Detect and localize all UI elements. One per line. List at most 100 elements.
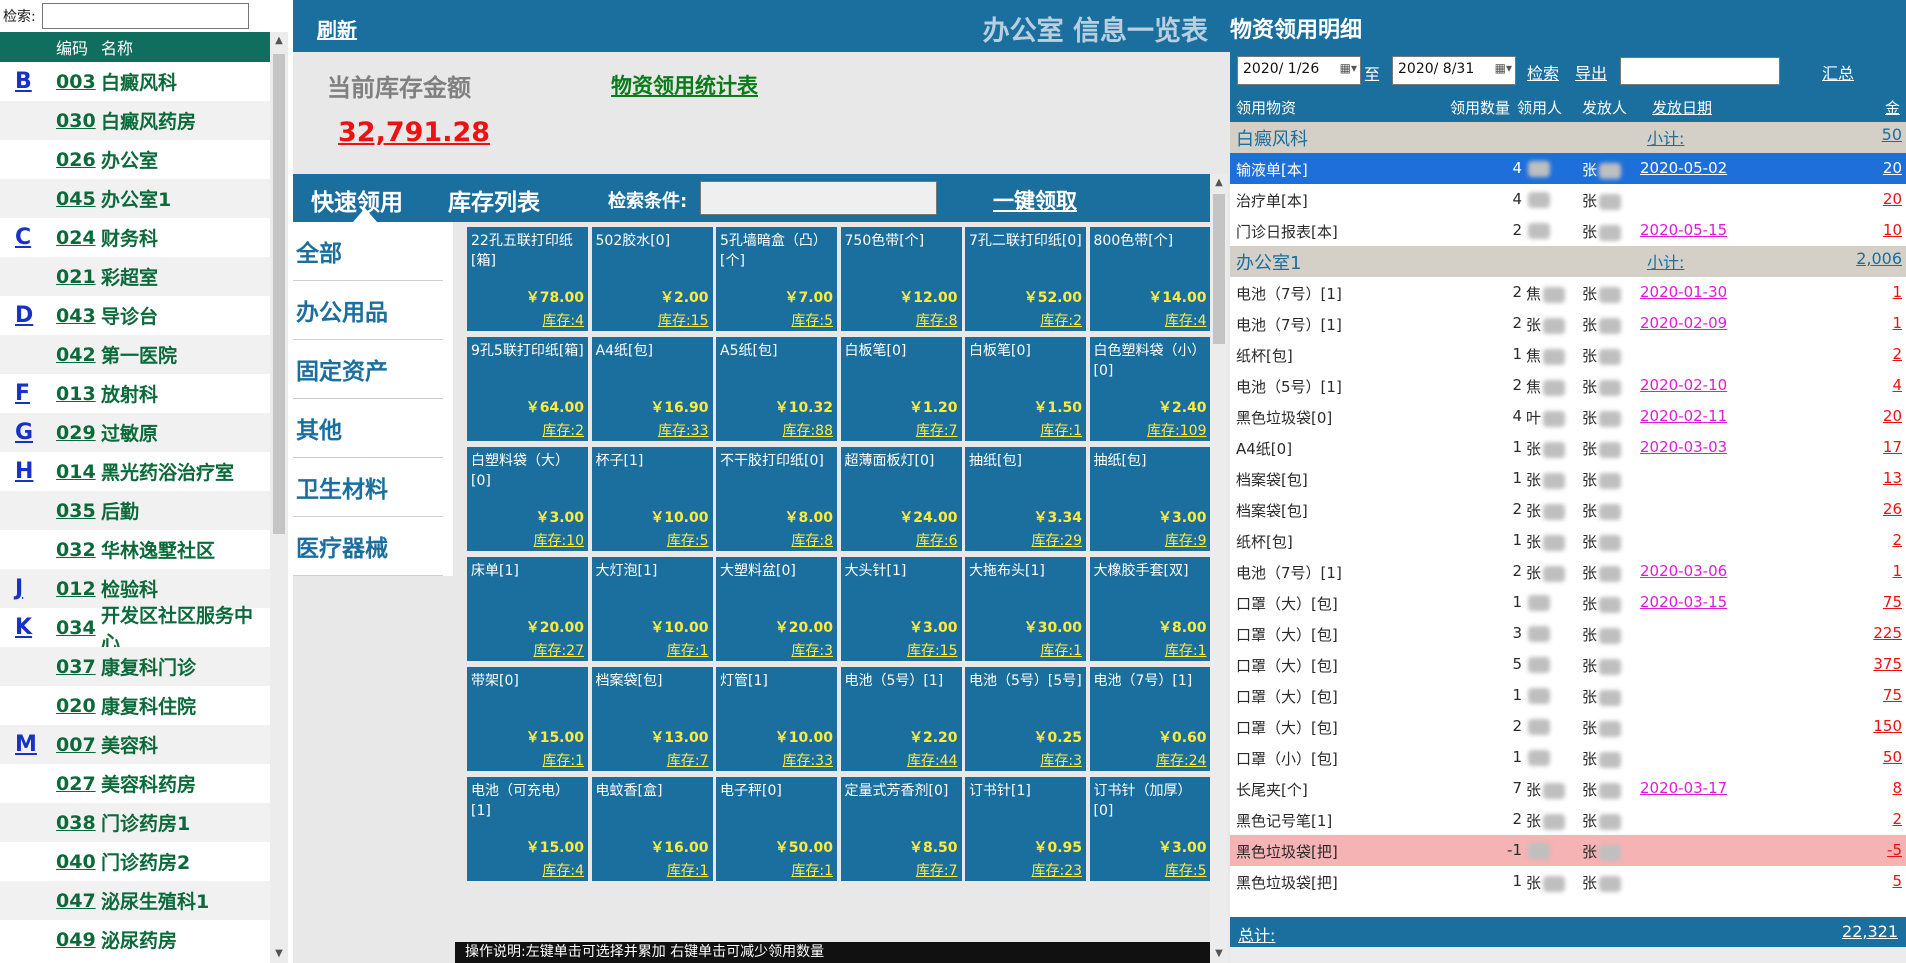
department-code[interactable]: 014 [56,461,96,483]
item-tile[interactable]: 750色带[个] ￥12.00 库存:8 [840,227,962,331]
department-list-item[interactable]: M 007 美容科 [0,725,270,764]
amount-link[interactable]: 26 [1883,500,1902,518]
index-letter[interactable]: D [15,303,33,328]
amount-link[interactable]: 2 [1892,345,1902,363]
amount-link[interactable]: 2 [1892,531,1902,549]
subtotal-value[interactable]: 50 [1882,125,1902,144]
table-row[interactable]: 电池（7号）[1] 2 焦 张 2020-01-30 1 [1230,277,1906,308]
table-row[interactable]: 口罩（大）[包] 1 张 75 [1230,680,1906,711]
scrollbar-thumb[interactable] [1213,194,1225,344]
table-row[interactable]: 黑色垃圾袋[把] -1 张 -5 [1230,835,1906,866]
amount-link[interactable]: 150 [1873,717,1902,735]
item-stock-link[interactable]: 库存:1 [791,860,833,880]
subtotal-value[interactable]: 2,006 [1856,249,1902,268]
table-row[interactable]: 输液单[本] 4 张 2020-05-02 20 [1230,153,1906,184]
item-stock-link[interactable]: 库存:33 [782,750,833,770]
department-code[interactable]: 020 [56,695,96,717]
department-list-item[interactable]: H 014 黑光药浴治疗室 [0,452,270,491]
table-row[interactable]: 黑色垃圾袋[0] 4 叶 张 2020-02-11 20 [1230,401,1906,432]
export-link[interactable]: 导出 [1575,60,1607,84]
item-stock-link[interactable]: 库存:27 [533,640,584,660]
amount-link[interactable]: 1 [1892,562,1902,580]
department-list-item[interactable]: 035 后勤 [0,491,270,530]
item-tile[interactable]: 灯管[1] ￥10.00 库存:33 [716,667,837,771]
amount-link[interactable]: 1 [1892,283,1902,301]
amount-link[interactable]: 1 [1892,314,1902,332]
department-list-item[interactable]: G 029 过敏原 [0,413,270,452]
department-list-item[interactable]: B 003 白癜风科 [0,62,270,101]
item-stock-link[interactable]: 库存:8 [916,310,958,330]
table-row[interactable]: 纸杯[包] 1 张张 2 [1230,525,1906,556]
issue-date-link[interactable]: 2020-05-15 [1640,221,1727,239]
item-stock-link[interactable]: 库存:7 [916,860,958,880]
department-code[interactable]: 013 [56,383,96,405]
item-stock-link[interactable]: 库存:7 [916,420,958,440]
date-from-picker[interactable]: 2020/ 1/26 ▦▾ [1237,56,1361,85]
item-tile[interactable]: 床单[1] ￥20.00 库存:27 [467,557,588,661]
index-letter[interactable]: C [15,225,31,250]
amount-link[interactable]: 4 [1892,376,1902,394]
date-to-picker[interactable]: 2020/ 8/31 ▦▾ [1392,56,1516,85]
department-list-item[interactable]: 042 第一医院 [0,335,270,374]
amount-link[interactable]: -5 [1887,841,1902,859]
item-tile[interactable]: 电池（5号）[5号] ￥0.25 库存:3 [965,667,1086,771]
item-tile[interactable]: 抽纸[包] ￥3.34 库存:29 [965,447,1086,551]
calendar-dropdown-icon[interactable]: ▦▾ [1340,61,1357,75]
table-row[interactable]: 档案袋[包] 1 张张 13 [1230,463,1906,494]
item-stock-link[interactable]: 库存:1 [1040,420,1082,440]
item-stock-link[interactable]: 库存:5 [791,310,833,330]
department-code[interactable]: 043 [56,305,96,327]
department-code[interactable]: 030 [56,110,96,132]
amount-link[interactable]: 225 [1873,624,1902,642]
category-item[interactable]: 固定资产 [293,340,443,399]
item-tile[interactable]: 白板笔[0] ￥1.50 库存:1 [965,337,1086,441]
table-row[interactable]: 治疗单[本] 4 张 20 [1230,184,1906,215]
department-list-item[interactable]: 045 办公室1 [0,179,270,218]
scroll-up-icon[interactable]: ▲ [270,32,288,50]
department-list-item[interactable]: 030 白癜风药房 [0,101,270,140]
department-list-item[interactable]: 047 泌尿生殖科1 [0,881,270,920]
item-tile[interactable]: 超薄面板灯[0] ￥24.00 库存:6 [840,447,962,551]
department-list-item[interactable]: K 034 开发区社区服务中心 [0,605,270,654]
detail-filter-input[interactable] [1620,57,1780,85]
index-letter[interactable]: F [15,381,30,406]
department-code[interactable]: 040 [56,851,96,873]
item-stock-link[interactable]: 库存:2 [542,420,584,440]
issue-date-link[interactable]: 2020-02-09 [1640,314,1727,332]
table-row[interactable]: A4纸[0] 1 张张 2020-03-03 17 [1230,432,1906,463]
item-stock-link[interactable]: 库存:8 [791,530,833,550]
amount-link[interactable]: 5 [1892,872,1902,890]
item-stock-link[interactable]: 库存:6 [916,530,958,550]
issue-date-link[interactable]: 2020-03-17 [1640,779,1727,797]
item-stock-link[interactable]: 库存:9 [1165,530,1207,550]
department-list-item[interactable]: 038 门诊药房1 [0,803,270,842]
one-click-requisition-link[interactable]: 一键领取 [993,185,1077,215]
amount-link[interactable]: 75 [1883,593,1902,611]
item-stock-link[interactable]: 库存:1 [667,640,709,660]
item-stock-link[interactable]: 库存:3 [1040,750,1082,770]
usage-statistics-link[interactable]: 物资领用统计表 [611,70,758,100]
summary-link[interactable]: 汇总 [1822,60,1854,84]
item-tile[interactable]: 9孔5联打印纸[箱] ￥64.00 库存:2 [467,337,588,441]
department-code[interactable]: 037 [56,656,96,678]
item-stock-link[interactable]: 库存:24 [1156,750,1207,770]
table-row[interactable]: 纸杯[包] 1 焦 张 2 [1230,339,1906,370]
item-tile[interactable]: 22孔五联打印纸[箱] ￥78.00 库存:4 [467,227,588,331]
stock-amount-value[interactable]: 32,791.28 [338,117,490,148]
item-stock-link[interactable]: 库存:29 [1031,530,1082,550]
refresh-link[interactable]: 刷新 [317,14,357,43]
item-tile[interactable]: 大橡胶手套[双] ￥8.00 库存:1 [1089,557,1211,661]
calendar-dropdown-icon[interactable]: ▦▾ [1495,61,1512,75]
category-item[interactable]: 医疗器械 [293,517,443,576]
amount-link[interactable]: 20 [1883,190,1902,208]
amount-link[interactable]: 20 [1883,159,1902,177]
item-tile[interactable]: 5孔墙暗盒（凸）[个] ￥7.00 库存:5 [716,227,837,331]
department-code[interactable]: 034 [56,617,96,639]
item-tile[interactable]: 电池（5号）[1] ￥2.20 库存:44 [840,667,962,771]
item-tile[interactable]: 大灯泡[1] ￥10.00 库存:1 [591,557,713,661]
item-stock-link[interactable]: 库存:5 [667,530,709,550]
amount-link[interactable]: 375 [1873,655,1902,673]
table-row[interactable]: 口罩（大）[包] 1 张 2020-03-15 75 [1230,587,1906,618]
item-stock-link[interactable]: 库存:7 [667,750,709,770]
subtotal-label[interactable]: 小计: [1647,249,1684,273]
